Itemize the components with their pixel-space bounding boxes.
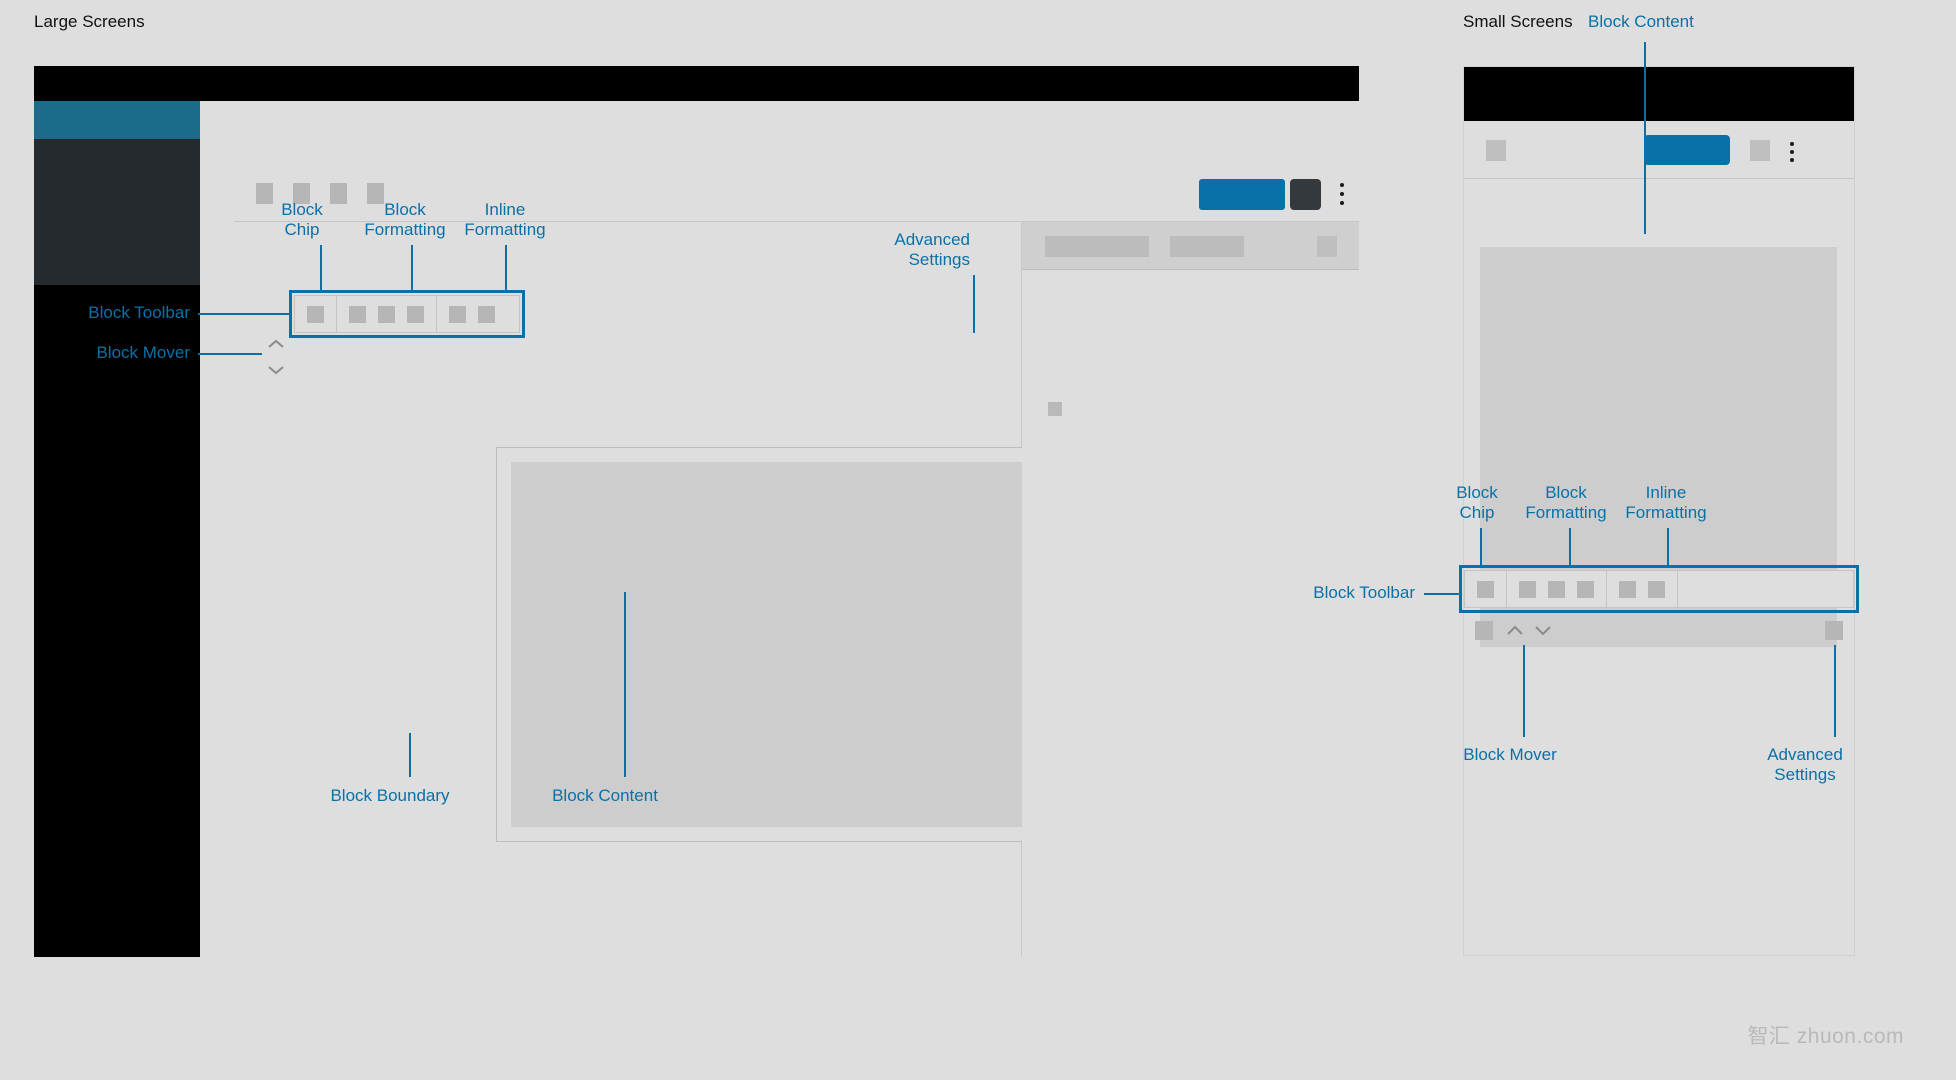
- small-toolbar-spacer: [1678, 571, 1853, 607]
- toolbar-group-inline-formatting: [437, 296, 507, 332]
- section-title-large-screens: Large Screens: [34, 12, 145, 31]
- block-toolbar-bar-large: [294, 295, 520, 333]
- settings-toggle-button[interactable]: [1290, 179, 1321, 210]
- leader-inline-formatting-large: [505, 245, 507, 291]
- kebab-dot-1: [1340, 183, 1344, 187]
- leader-inline-formatting-small: [1667, 528, 1669, 568]
- block-toolbar-large[interactable]: [289, 290, 525, 338]
- small-toolbar-group-block-formatting: [1507, 571, 1607, 607]
- leader-block-formatting-large: [411, 245, 413, 291]
- small-editor-header: [1464, 121, 1854, 179]
- small-header-square-left[interactable]: [1486, 140, 1506, 161]
- annotation-block-formatting-large: Block Formatting: [364, 200, 446, 239]
- page-root: Large Screens Small Screens Block Chip B…: [0, 0, 1956, 1080]
- annotation-block-mover-small: Block Mover: [1463, 745, 1557, 764]
- small-block-chip-button[interactable]: [1477, 580, 1494, 598]
- settings-close-square[interactable]: [1317, 236, 1337, 257]
- inline-format-button-2[interactable]: [478, 305, 495, 323]
- small-publish-button[interactable]: [1644, 135, 1730, 165]
- annotation-inline-formatting-large: Inline Formatting: [464, 200, 546, 239]
- large-screen-window: [34, 66, 1359, 957]
- small-mover-square[interactable]: [1475, 621, 1493, 640]
- annotation-block-content-large: Block Content: [552, 786, 658, 805]
- annotation-advanced-settings-large: Advanced Settings: [894, 230, 970, 269]
- small-header-square-right[interactable]: [1750, 140, 1770, 161]
- block-toolbar-small[interactable]: [1459, 565, 1859, 613]
- chevron-down-icon[interactable]: [266, 364, 286, 376]
- publish-button[interactable]: [1199, 179, 1285, 210]
- leader-block-chip-small: [1480, 528, 1482, 568]
- large-window-titlebar: [34, 66, 1359, 101]
- small-toolbar-group-inline-formatting: [1607, 571, 1678, 607]
- settings-sidebar-tabs: [1022, 222, 1359, 270]
- annotation-block-boundary: Block Boundary: [330, 786, 450, 805]
- kebab-menu-icon[interactable]: [1340, 183, 1345, 206]
- small-chevron-up-icon[interactable]: [1505, 622, 1525, 640]
- leader-block-chip-join: [320, 289, 322, 291]
- annotation-advanced-settings-small: Advanced Settings: [1767, 745, 1843, 784]
- leader-block-toolbar-large: [198, 313, 292, 315]
- small-block-format-button-2[interactable]: [1548, 580, 1565, 598]
- small-kebab-dot-3: [1790, 158, 1794, 162]
- small-kebab-dot-1: [1790, 142, 1794, 146]
- header-tool-square-1[interactable]: [256, 183, 273, 204]
- annotation-block-content-small: Block Content: [1588, 12, 1694, 31]
- leader-block-mover-small: [1523, 645, 1525, 737]
- kebab-dot-2: [1340, 192, 1344, 196]
- annotation-block-chip-small: Block Chip: [1456, 483, 1498, 522]
- block-format-button-3[interactable]: [407, 305, 424, 323]
- small-inline-format-button-1[interactable]: [1619, 580, 1636, 598]
- leader-block-formatting-small: [1569, 528, 1571, 568]
- toolbar-group-block-chip: [295, 296, 337, 332]
- kebab-dot-3: [1340, 201, 1344, 205]
- header-tool-square-3[interactable]: [330, 183, 347, 204]
- annotation-block-chip-large: Block Chip: [281, 200, 323, 239]
- small-kebab-dot-2: [1790, 150, 1794, 154]
- block-toolbar-bar-small: [1464, 570, 1854, 608]
- block-chip-button[interactable]: [307, 305, 324, 323]
- advanced-settings-square[interactable]: [1048, 402, 1062, 416]
- toolbar-group-block-formatting: [337, 296, 437, 332]
- block-format-button-2[interactable]: [378, 305, 395, 323]
- block-format-button-1[interactable]: [349, 305, 366, 323]
- section-title-small-screens: Small Screens: [1463, 12, 1573, 31]
- sidebar-panel: [34, 139, 200, 285]
- leader-block-toolbar-small: [1424, 593, 1462, 595]
- small-window-titlebar: [1464, 67, 1854, 121]
- small-advanced-settings-square[interactable]: [1825, 621, 1843, 640]
- block-mover-large[interactable]: [266, 338, 286, 390]
- leader-advanced-settings-small: [1834, 645, 1836, 737]
- small-block-format-button-3[interactable]: [1577, 580, 1594, 598]
- annotation-block-formatting-small: Block Formatting: [1525, 483, 1607, 522]
- leader-block-chip-large: [320, 245, 322, 291]
- annotation-block-toolbar-small: Block Toolbar: [1313, 583, 1415, 602]
- leader-block-content-small: [1644, 42, 1646, 234]
- annotation-block-mover-large: Block Mover: [96, 343, 190, 362]
- inline-format-button-1[interactable]: [449, 305, 466, 323]
- settings-tab-1[interactable]: [1045, 236, 1149, 257]
- annotation-inline-formatting-small: Inline Formatting: [1625, 483, 1707, 522]
- large-window-sidebar: [34, 101, 200, 957]
- annotation-block-toolbar-large: Block Toolbar: [88, 303, 190, 322]
- leader-advanced-settings-large: [973, 275, 975, 333]
- small-inline-format-button-2[interactable]: [1648, 580, 1665, 598]
- settings-tab-2[interactable]: [1170, 236, 1244, 257]
- small-block-mover-row: [1475, 618, 1843, 644]
- leader-block-mover-large: [198, 353, 262, 355]
- small-block-format-button-1[interactable]: [1519, 580, 1536, 598]
- sidebar-accent-bar: [34, 101, 200, 139]
- watermark: 智汇 zhuon.com: [1747, 1025, 1904, 1048]
- leader-block-content-large: [624, 592, 626, 777]
- leader-block-boundary: [409, 733, 411, 777]
- small-toolbar-group-block-chip: [1465, 571, 1507, 607]
- chevron-up-icon[interactable]: [266, 338, 286, 350]
- small-kebab-menu-icon[interactable]: [1790, 142, 1795, 162]
- small-chevron-down-icon[interactable]: [1533, 622, 1553, 640]
